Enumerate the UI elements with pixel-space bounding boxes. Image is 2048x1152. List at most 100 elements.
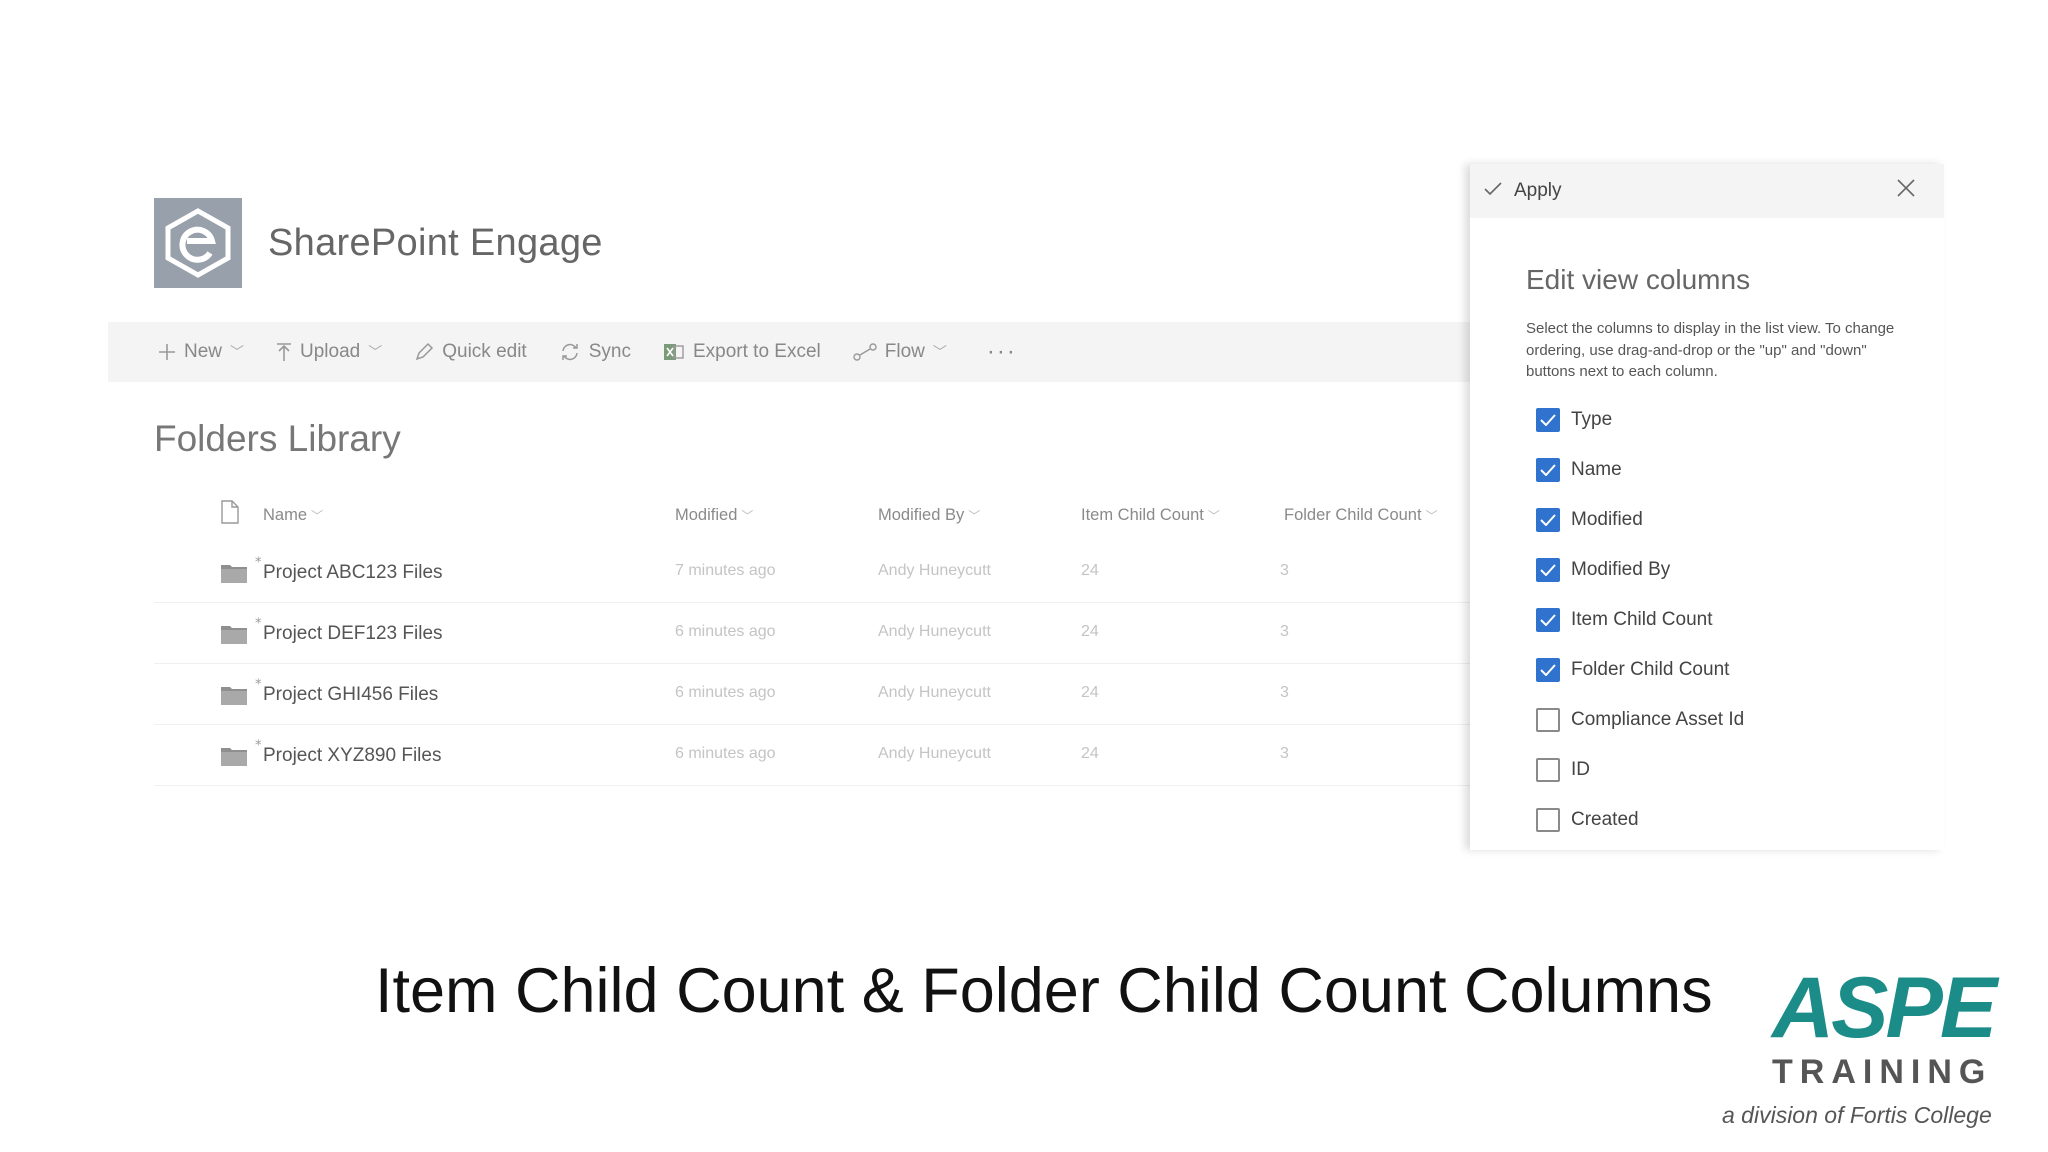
column-option-modified-by[interactable]: Modified By: [1536, 558, 1744, 608]
column-option-label: Created: [1571, 809, 1639, 830]
chevron-down-icon: ﹀: [1425, 509, 1438, 523]
column-option-label: Modified By: [1571, 559, 1671, 580]
row-modified: 7 minutes ago: [675, 562, 776, 579]
row-modified-by[interactable]: Andy Huneycutt: [878, 745, 991, 763]
aspe-brand-text: ASPE: [1772, 960, 1997, 1056]
slide-title: Item Child Count & Folder Child Count Co…: [375, 956, 1713, 1026]
sharepoint-engage-logo-icon[interactable]: [154, 198, 242, 288]
row-folder-child-count: 3: [1280, 562, 1289, 579]
panel-description: Select the columns to display in the lis…: [1526, 320, 1895, 380]
chevron-down-icon: ﹀: [968, 509, 981, 523]
row-name[interactable]: Project XYZ890 Files: [263, 745, 441, 767]
row-modified: 6 minutes ago: [675, 745, 776, 762]
modified-column-header-label: Modified: [675, 506, 738, 524]
row-modified-by[interactable]: Andy Huneycutt: [878, 623, 991, 641]
file-type-header-icon[interactable]: [220, 500, 240, 529]
column-option-folder-child-count[interactable]: Folder Child Count: [1536, 658, 1744, 708]
list-row[interactable]: ⁎ Project XYZ890 Files 6 minutes ago And…: [154, 725, 1470, 786]
row-folder-child-count: 3: [1280, 684, 1289, 701]
upload-label: Upload: [300, 341, 361, 362]
row-name[interactable]: Project GHI456 Files: [263, 684, 438, 706]
list-row[interactable]: ⁎ Project GHI456 Files 6 minutes ago And…: [154, 664, 1470, 725]
checkbox-checked[interactable]: [1536, 658, 1560, 682]
chevron-down-icon: ﹀: [741, 509, 754, 523]
sync-icon: [559, 342, 581, 362]
aspe-training-logo: ASPE TRAINING a division of Fortis Colle…: [1722, 960, 1997, 1129]
sync-label: Sync: [588, 341, 631, 362]
row-folder-child-count: 3: [1280, 623, 1289, 640]
column-option-id[interactable]: ID: [1536, 758, 1744, 808]
row-modified-by[interactable]: Andy Huneycutt: [878, 684, 991, 702]
command-bar: New ﹀ Upload ﹀ Quick edit Sync Export to…: [108, 322, 1470, 382]
column-option-label: Modified: [1571, 509, 1643, 530]
edit-view-columns-panel: Apply Edit view columns Select the colum…: [1470, 164, 1944, 850]
row-item-child-count: 24: [1081, 623, 1099, 640]
name-column-header[interactable]: Name ﹀: [263, 506, 323, 525]
chevron-down-icon: ﹀: [1207, 509, 1220, 523]
column-option-type[interactable]: Type: [1536, 408, 1744, 458]
site-title[interactable]: SharePoint Engage: [268, 222, 603, 265]
new-label: New: [184, 341, 223, 362]
row-name[interactable]: Project DEF123 Files: [263, 623, 443, 645]
checkbox-unchecked[interactable]: [1536, 758, 1560, 782]
new-button[interactable]: New ﹀: [158, 341, 244, 363]
column-option-label: Name: [1571, 459, 1622, 480]
quick-edit-label: Quick edit: [442, 341, 527, 362]
upload-button[interactable]: Upload ﹀: [276, 341, 382, 363]
quick-edit-button[interactable]: Quick edit: [414, 341, 527, 363]
folder-icon: [220, 623, 248, 650]
column-option-created[interactable]: Created: [1536, 808, 1744, 858]
sync-button[interactable]: Sync: [559, 341, 631, 363]
row-folder-child-count: 3: [1280, 745, 1289, 762]
export-to-excel-button[interactable]: Export to Excel: [663, 341, 821, 363]
panel-top-bar: Apply: [1470, 164, 1944, 218]
folder-child-count-column-header-label: Folder Child Count: [1284, 506, 1422, 524]
apply-button[interactable]: Apply: [1484, 180, 1562, 202]
column-checkbox-list: Type Name Modified Modified By Item Chil…: [1536, 408, 1744, 858]
row-modified: 6 minutes ago: [675, 623, 776, 640]
training-text: TRAINING: [1772, 1053, 1993, 1091]
row-name[interactable]: Project ABC123 Files: [263, 562, 443, 584]
column-option-label: Type: [1571, 409, 1613, 430]
modified-by-column-header[interactable]: Modified By ﹀: [878, 506, 980, 525]
flow-button[interactable]: Flow ﹀: [853, 341, 947, 363]
column-option-label: ID: [1571, 759, 1590, 780]
library-title: Folders Library: [154, 418, 401, 459]
row-item-child-count: 24: [1081, 745, 1099, 762]
new-item-sparkle-icon: ⁎: [255, 672, 262, 687]
column-option-modified[interactable]: Modified: [1536, 508, 1744, 558]
column-option-item-child-count[interactable]: Item Child Count: [1536, 608, 1744, 658]
chevron-down-icon: ﹀: [932, 344, 947, 360]
new-item-sparkle-icon: ⁎: [255, 733, 262, 748]
more-commands-button[interactable]: ···: [987, 338, 1017, 366]
export-to-excel-label: Export to Excel: [692, 341, 821, 362]
new-item-sparkle-icon: ⁎: [255, 550, 262, 565]
checkbox-unchecked[interactable]: [1536, 808, 1560, 832]
name-column-header-label: Name: [263, 506, 308, 524]
folder-child-count-column-header[interactable]: Folder Child Count ﹀: [1284, 506, 1438, 525]
item-child-count-column-header[interactable]: Item Child Count ﹀: [1081, 506, 1220, 525]
checkbox-checked[interactable]: [1536, 508, 1560, 532]
division-tagline: a division of Fortis College: [1722, 1102, 1992, 1128]
close-icon[interactable]: [1896, 178, 1916, 203]
list-row[interactable]: ⁎ Project DEF123 Files 6 minutes ago And…: [154, 603, 1470, 664]
item-child-count-column-header-label: Item Child Count: [1081, 506, 1204, 524]
checkbox-checked[interactable]: [1536, 408, 1560, 432]
column-option-compliance-asset-id[interactable]: Compliance Asset Id: [1536, 708, 1744, 758]
row-modified-by[interactable]: Andy Huneycutt: [878, 562, 991, 580]
row-item-child-count: 24: [1081, 562, 1099, 579]
list-row[interactable]: ⁎ Project ABC123 Files 7 minutes ago And…: [154, 542, 1470, 603]
row-item-child-count: 24: [1081, 684, 1099, 701]
column-option-label: Compliance Asset Id: [1571, 709, 1745, 730]
sharepoint-screenshot: SharePoint Engage New ﹀ Upload ﹀ Quick e…: [108, 160, 1944, 850]
checkbox-checked[interactable]: [1536, 458, 1560, 482]
column-option-name[interactable]: Name: [1536, 458, 1744, 508]
checkbox-checked[interactable]: [1536, 558, 1560, 582]
folder-icon: [220, 745, 248, 772]
checkbox-checked[interactable]: [1536, 608, 1560, 632]
checkbox-unchecked[interactable]: [1536, 708, 1560, 732]
site-header: SharePoint Engage: [154, 198, 603, 288]
plus-icon: [158, 343, 176, 361]
modified-column-header[interactable]: Modified ﹀: [675, 506, 753, 525]
folder-icon: [220, 562, 248, 589]
